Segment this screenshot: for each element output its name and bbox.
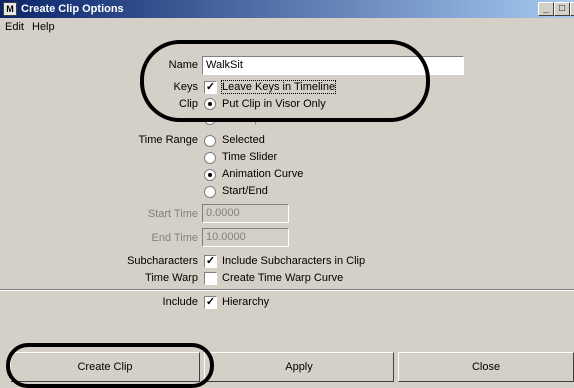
subchars-checkbox[interactable]: ✓ <box>204 255 217 268</box>
close-button[interactable]: Close <box>398 352 574 382</box>
keys-label: Keys <box>173 81 198 93</box>
range-animcurve-radio[interactable] <box>204 169 216 181</box>
name-field[interactable]: WalkSit <box>202 56 464 75</box>
maya-app-icon[interactable]: M <box>3 2 17 16</box>
range-startend-radio[interactable] <box>204 186 216 198</box>
timewarp-option-label[interactable]: Create Time Warp Curve <box>222 272 343 284</box>
time-range-label: Time Range <box>138 134 198 146</box>
range-selected-label[interactable]: Selected <box>222 134 265 146</box>
include-label: Include <box>162 296 198 308</box>
window-title: Create Clip Options <box>21 3 124 15</box>
menu-bar: Edit Help <box>0 19 574 35</box>
menu-edit[interactable]: Edit <box>5 21 24 33</box>
keys-option-label[interactable]: Leave Keys in Timeline <box>220 80 337 94</box>
include-checkbox[interactable]: ✓ <box>204 296 217 309</box>
close-window-icon[interactable]: ✕ <box>570 2 574 16</box>
clip-trax-radio[interactable] <box>204 118 216 125</box>
create-clip-button[interactable]: Create Clip <box>10 352 200 382</box>
range-selected-radio[interactable] <box>204 135 216 147</box>
start-time-field[interactable]: 0.0000 <box>202 204 289 223</box>
timewarp-label: Time Warp <box>145 272 198 284</box>
menu-help[interactable]: Help <box>32 21 55 33</box>
title-bar[interactable]: M Create Clip Options _ □ ✕ <box>0 0 574 18</box>
minimize-icon[interactable]: _ <box>538 2 554 16</box>
start-time-label: Start Time <box>147 208 198 220</box>
clip-visor-label[interactable]: Put Clip in Visor Only <box>222 98 326 110</box>
name-label: Name <box>168 59 198 71</box>
clip-trax-label[interactable]: Put Clip in Trax Editor and Visor <box>222 119 378 125</box>
end-time-field[interactable]: 10.0000 <box>202 228 289 247</box>
subchars-label: Subcharacters <box>127 255 198 267</box>
apply-button[interactable]: Apply <box>204 352 394 382</box>
include-option-label[interactable]: Hierarchy <box>222 296 269 308</box>
subchars-option-label[interactable]: Include Subcharacters in Clip <box>222 255 365 267</box>
clip-visor-radio[interactable] <box>204 98 216 110</box>
maximize-icon[interactable]: □ <box>554 2 570 16</box>
range-timeslider-radio[interactable] <box>204 152 216 164</box>
end-time-label: End Time <box>151 232 198 244</box>
range-animcurve-label[interactable]: Animation Curve <box>222 168 303 180</box>
keys-checkbox[interactable]: ✓ <box>204 81 217 94</box>
clip-label: Clip <box>179 98 198 110</box>
range-timeslider-label[interactable]: Time Slider <box>222 151 277 163</box>
timewarp-checkbox[interactable] <box>204 272 217 285</box>
separator <box>0 289 574 291</box>
range-startend-label[interactable]: Start/End <box>222 185 268 197</box>
